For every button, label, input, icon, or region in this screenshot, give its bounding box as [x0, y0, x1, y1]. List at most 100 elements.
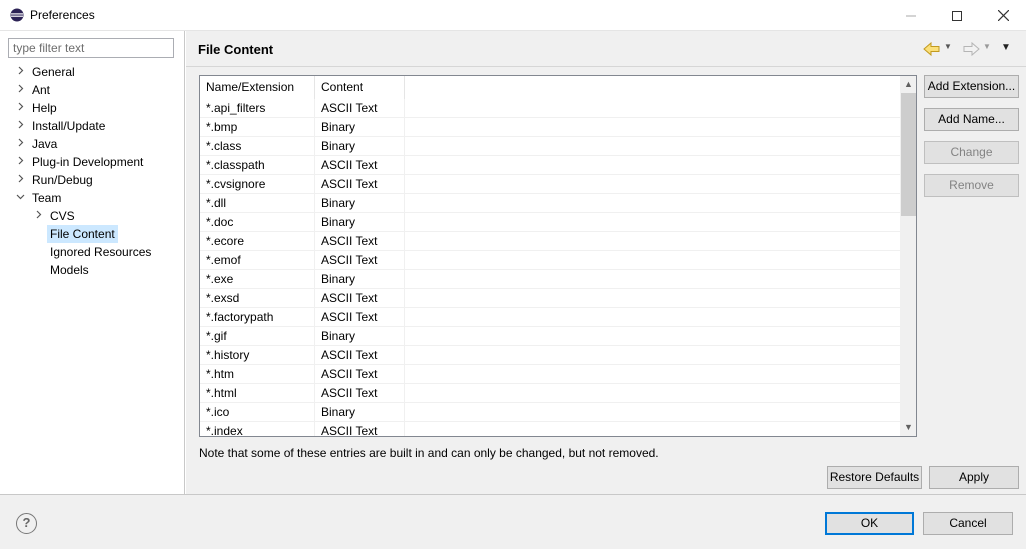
tree-item-label: Models [50, 263, 89, 277]
vertical-scrollbar[interactable]: ▲ ▼ [900, 76, 916, 436]
tree-item-label: CVS [50, 209, 75, 223]
remove-button[interactable]: Remove [924, 174, 1019, 197]
table-row[interactable]: *.html ASCII Text [200, 384, 900, 403]
cell-content-type: ASCII Text [315, 365, 405, 384]
file-content-table[interactable]: Name/Extension Content *.api_filters ASCI… [199, 75, 917, 437]
table-row[interactable]: *.cvsignore ASCII Text [200, 175, 900, 194]
preferences-sidebar: General Ant Help Install/Update Java Plug-in … [0, 31, 185, 494]
table-row[interactable]: *.htm ASCII Text [200, 365, 900, 384]
minimize-icon[interactable] [888, 0, 934, 31]
chevron-right-icon[interactable] [14, 135, 26, 153]
view-menu-icon[interactable]: ▼ [1001, 42, 1011, 53]
cell-content-type: Binary [315, 403, 405, 422]
column-header-name[interactable]: Name/Extension [200, 76, 315, 99]
help-icon[interactable]: ? [16, 513, 37, 534]
table-row[interactable]: *.ecore ASCII Text [200, 232, 900, 251]
cell-content-type: ASCII Text [315, 156, 405, 175]
tree-item[interactable]: Install/Update [0, 117, 184, 135]
tree-item[interactable]: Run/Debug [0, 171, 184, 189]
table-header: Name/Extension Content [200, 76, 900, 99]
ok-button[interactable]: OK [825, 512, 914, 535]
tree-item[interactable]: File Content [0, 225, 184, 243]
table-row[interactable]: *.exsd ASCII Text [200, 289, 900, 308]
table-row[interactable]: *.bmp Binary [200, 118, 900, 137]
tree-item[interactable]: Team [0, 189, 184, 207]
chevron-right-icon[interactable] [14, 63, 26, 81]
table-row[interactable]: *.history ASCII Text [200, 346, 900, 365]
back-dropdown-icon[interactable]: ▼ [944, 42, 952, 51]
cell-content-type: Binary [315, 327, 405, 346]
chevron-right-icon[interactable] [14, 99, 26, 117]
eclipse-icon [10, 8, 24, 22]
cell-content-type: Binary [315, 270, 405, 289]
preference-page: File Content ▼ ▼ ▼ Name/Extension Conten… [186, 31, 1026, 494]
apply-button[interactable]: Apply [929, 466, 1019, 489]
table-body: *.api_filters ASCII Text *.bmp Binary *.clas… [200, 99, 900, 436]
close-icon[interactable] [980, 0, 1026, 31]
tree-item-label: Install/Update [32, 119, 106, 133]
scroll-up-icon[interactable]: ▲ [900, 76, 916, 93]
cell-content-type: ASCII Text [315, 346, 405, 365]
table-row[interactable]: *.index ASCII Text [200, 422, 900, 436]
chevron-down-icon[interactable] [14, 189, 26, 207]
table-row[interactable]: *.ico Binary [200, 403, 900, 422]
add-extension-button[interactable]: Add Extension... [924, 75, 1019, 98]
tree-item-label: Help [32, 101, 57, 115]
tree-item[interactable]: Help [0, 99, 184, 117]
tree-item[interactable]: Models [0, 261, 184, 279]
cell-name-extension: *.gif [200, 327, 315, 346]
back-arrow-icon[interactable] [922, 40, 942, 58]
cancel-button[interactable]: Cancel [923, 512, 1013, 535]
tree-item[interactable]: General [0, 63, 184, 81]
tree-item[interactable]: Ignored Resources [0, 243, 184, 261]
table-row[interactable]: *.classpath ASCII Text [200, 156, 900, 175]
forward-arrow-icon[interactable] [961, 40, 981, 58]
chevron-right-icon[interactable] [14, 81, 26, 99]
change-button[interactable]: Change [924, 141, 1019, 164]
table-row[interactable]: *.emof ASCII Text [200, 251, 900, 270]
page-title: File Content [198, 42, 274, 57]
add-name-button[interactable]: Add Name... [924, 108, 1019, 131]
column-header-content[interactable]: Content [315, 76, 405, 99]
cell-name-extension: *.exe [200, 270, 315, 289]
scroll-down-icon[interactable]: ▼ [900, 419, 916, 436]
preferences-tree: General Ant Help Install/Update Java Plug-in … [0, 63, 184, 279]
table-row[interactable]: *.gif Binary [200, 327, 900, 346]
tree-item[interactable]: Ant [0, 81, 184, 99]
chevron-right-icon[interactable] [14, 117, 26, 135]
tree-item-label: Team [32, 191, 62, 205]
table-row[interactable]: *.exe Binary [200, 270, 900, 289]
table-row[interactable]: *.doc Binary [200, 213, 900, 232]
table-row[interactable]: *.factorypath ASCII Text [200, 308, 900, 327]
chevron-right-icon[interactable] [32, 207, 44, 225]
tree-item[interactable]: Plug-in Development [0, 153, 184, 171]
table-row[interactable]: *.class Binary [200, 137, 900, 156]
cell-content-type: ASCII Text [315, 251, 405, 270]
cell-name-extension: *.emof [200, 251, 315, 270]
restore-defaults-button[interactable]: Restore Defaults [827, 466, 922, 489]
chevron-right-icon[interactable] [14, 153, 26, 171]
tree-item[interactable]: Java [0, 135, 184, 153]
chevron-right-icon[interactable] [14, 171, 26, 189]
cell-content-type: Binary [315, 194, 405, 213]
table-row[interactable]: *.api_filters ASCII Text [200, 99, 900, 118]
filter-input[interactable] [8, 38, 174, 58]
tree-item-label: Ant [32, 83, 51, 97]
cell-name-extension: *.cvsignore [200, 175, 315, 194]
cell-name-extension: *.index [200, 422, 315, 436]
cell-content-type: Binary [315, 118, 405, 137]
cell-name-extension: *.exsd [200, 289, 315, 308]
forward-dropdown-icon[interactable]: ▼ [983, 42, 991, 51]
table-row[interactable]: *.dll Binary [200, 194, 900, 213]
maximize-icon[interactable] [934, 0, 980, 31]
cell-content-type: ASCII Text [315, 422, 405, 436]
cell-name-extension: *.html [200, 384, 315, 403]
tree-item[interactable]: CVS [0, 207, 184, 225]
cell-name-extension: *.doc [200, 213, 315, 232]
cell-name-extension: *.ecore [200, 232, 315, 251]
scroll-thumb[interactable] [901, 93, 916, 216]
cell-content-type: Binary [315, 213, 405, 232]
cell-content-type: ASCII Text [315, 384, 405, 403]
tree-item-label: Ignored Resources [50, 245, 152, 259]
title-bar: Preferences [0, 0, 1026, 31]
